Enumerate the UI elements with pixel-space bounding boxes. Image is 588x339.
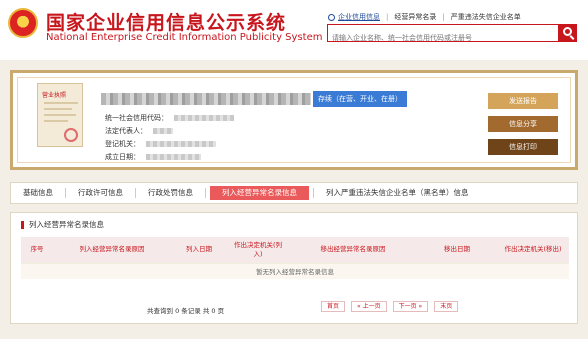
col-list-date: 列入日期 [171, 237, 227, 264]
seal-icon [64, 128, 78, 142]
table-row: 暂无列入经营异常名录信息 [21, 262, 569, 279]
first-page-button[interactable]: 首页 [321, 301, 346, 312]
field-establish-date: 成立日期： [105, 152, 201, 162]
company-info-card: 营业执照 存续（在营、开业、在册） 统一社会信用代码： 法定代表人： 登记机关：… [10, 70, 578, 170]
search-icon [328, 13, 335, 21]
field-registration-authority: 登记机关： [105, 139, 216, 149]
empty-message: 暂无列入经营异常名录信息 [21, 262, 569, 279]
next-page-button[interactable]: 下一页 » [392, 301, 429, 312]
send-report-button[interactable]: 发送报告 [488, 93, 558, 109]
field-credit-code: 统一社会信用代码： [105, 113, 234, 123]
panel-title: 列入经营异常名录信息 [21, 221, 104, 229]
license-label: 营业执照 [42, 92, 67, 99]
business-license-icon: 营业执照 [37, 83, 83, 147]
search-box [327, 24, 559, 46]
tab-blacklist[interactable]: 列入严重违法失信企业名单（黑名单）信息 [314, 182, 481, 204]
abnormal-list-panel: 列入经营异常名录信息 序号 列入经营异常名录原因 列入日期 作出决定机关(列入)… [10, 212, 578, 324]
divider: | [386, 13, 389, 21]
share-info-button[interactable]: 信息分享 [488, 116, 558, 132]
link-credit-info[interactable]: 企业信用信息 [338, 12, 380, 22]
table-header-row: 序号 列入经营异常名录原因 列入日期 作出决定机关(列入) 移出经营异常名录原因… [21, 237, 569, 264]
tab-basic-info[interactable]: 基础信息 [11, 182, 65, 204]
site-title: 国家企业信用信息公示系统 [46, 12, 287, 34]
site-subtitle: National Enterprise Credit Information P… [46, 32, 323, 43]
link-blacklist[interactable]: 严重违法失信企业名单 [451, 12, 521, 22]
col-remove-authority: 作出决定机关(移出) [497, 237, 569, 264]
col-index: 序号 [21, 237, 53, 264]
tab-admin-penalty[interactable]: 行政处罚信息 [136, 182, 205, 204]
col-remove-reason: 移出经营异常名录原因 [289, 237, 417, 264]
abnormal-list-table: 序号 列入经营异常名录原因 列入日期 作出决定机关(列入) 移出经营异常名录原因… [21, 237, 569, 279]
top-links: 企业信用信息 | 经营异常名录 | 严重违法失信企业名单 [328, 12, 521, 22]
pagination: 首页 « 上一页 下一页 » 末页 [321, 301, 459, 312]
prev-page-button[interactable]: « 上一页 [351, 301, 387, 312]
col-list-authority: 作出决定机关(列入) [227, 237, 289, 264]
status-badge: 存续（在营、开业、在册） [313, 91, 407, 107]
link-abnormal-list[interactable]: 经营异常名录 [394, 12, 436, 22]
search-button[interactable] [559, 24, 577, 42]
site-header: 国家企业信用信息公示系统 National Enterprise Credit … [0, 0, 588, 60]
col-list-reason: 列入经营异常名录原因 [53, 237, 171, 264]
tab-admin-license[interactable]: 行政许可信息 [66, 182, 135, 204]
pager-summary: 共查询到 0 条记录 共 0 页 [147, 307, 225, 315]
tab-abnormal-list[interactable]: 列入经营异常名录信息 [210, 186, 309, 200]
info-tabs: 基础信息 行政许可信息 行政处罚信息 列入经营异常名录信息 列入严重违法失信企业… [10, 182, 578, 204]
national-emblem-icon [8, 8, 38, 38]
company-name-redacted [101, 93, 311, 105]
divider: | [442, 13, 445, 21]
print-info-button[interactable]: 信息打印 [488, 139, 558, 155]
last-page-button[interactable]: 末页 [434, 301, 459, 312]
field-legal-rep: 法定代表人： [105, 126, 173, 136]
col-remove-date: 移出日期 [417, 237, 497, 264]
search-input[interactable] [328, 30, 558, 46]
